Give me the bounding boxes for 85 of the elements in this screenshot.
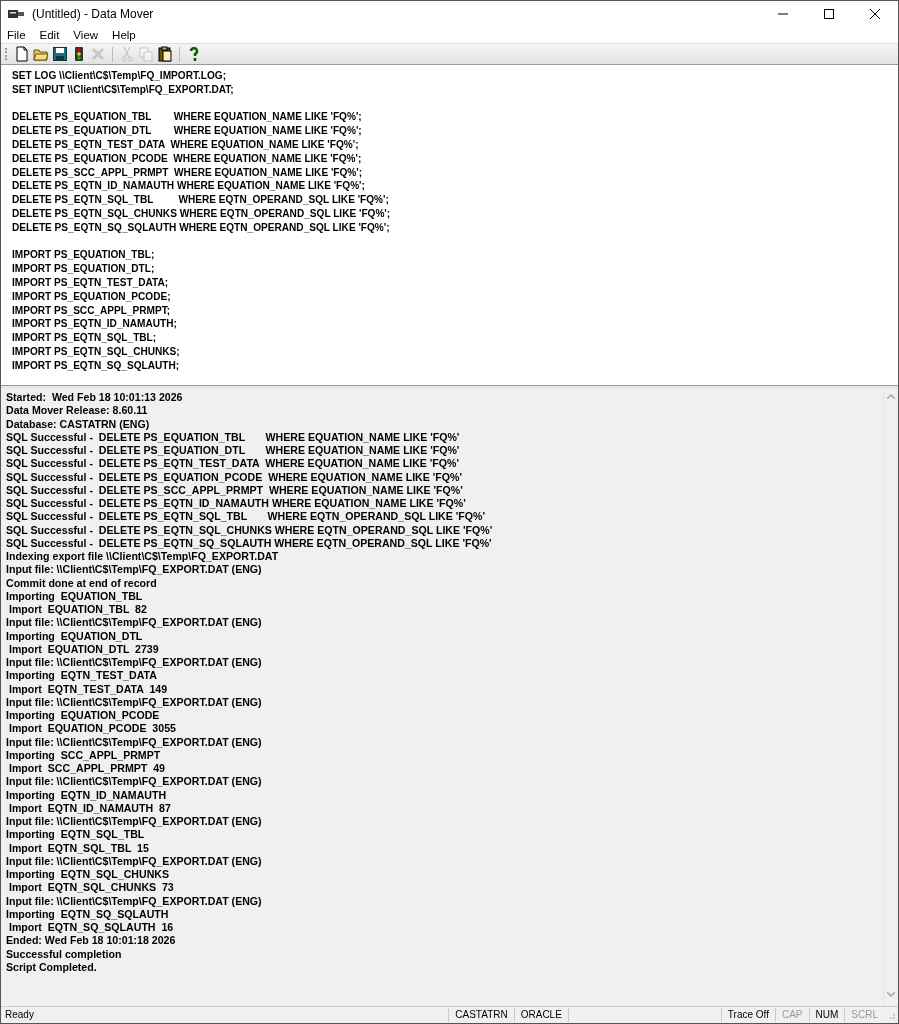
clipboard-icon[interactable] bbox=[157, 46, 173, 62]
database-name: CASTATRN bbox=[448, 1008, 514, 1022]
script-line: IMPORT PS_EQTN_SQ_SQLAUTH; bbox=[12, 358, 180, 373]
log-line: Indexing export file \\Client\C$\Temp\FQ_EXPORT.DAT bbox=[6, 550, 279, 564]
log-line: Importing EQTN_TEST_DATA bbox=[6, 669, 157, 683]
close-icon[interactable] bbox=[870, 8, 880, 19]
log-line: Import EQTN_SQL_CHUNKS 73 bbox=[7, 881, 174, 895]
log-line: Database: CASTATRN (ENG) bbox=[6, 417, 150, 431]
log-line: Importing EQTN_SQL_CHUNKS bbox=[6, 868, 170, 882]
script-line: DELETE PS_EQUATION_DTL WHERE EQUATION_NAME LIKE 'FQ%'; bbox=[12, 124, 362, 138]
script-line: IMPORT PS_EQTN_SQL_TBL; bbox=[12, 331, 157, 345]
save-icon[interactable] bbox=[52, 46, 68, 62]
log-line: Started: Wed Feb 18 10:01:13 2026 bbox=[6, 391, 183, 405]
log-line: Import EQTN_SQL_TBL 15 bbox=[7, 841, 149, 855]
log-line: Commit done at end of record bbox=[6, 576, 157, 590]
script-line: SET LOG \\Client\C$\Temp\FQ_IMPORT.LOG; bbox=[12, 69, 227, 83]
log-line: Importing EQUATION_PCODE bbox=[6, 709, 160, 723]
menu-item[interactable]: Edit bbox=[39, 28, 60, 41]
log-line: Importing EQTN_SQ_SQLAUTH bbox=[6, 907, 169, 921]
script-line: DELETE PS_EQTN_TEST_DATA WHERE EQUATION_NAME LIKE 'FQ%'; bbox=[12, 138, 359, 152]
log-line: Input file: \\Client\C$\Temp\FQ_EXPORT.DAT (ENG) bbox=[6, 695, 262, 709]
script-line: DELETE PS_EQUATION_PCODE WHERE EQUATION_NAME LIKE 'FQ%'; bbox=[12, 151, 362, 166]
log-line: Importing EQUATION_DTL bbox=[6, 629, 143, 643]
key-indicator: SCRL bbox=[844, 1008, 884, 1022]
log-line: Script Completed. bbox=[6, 960, 97, 974]
script-line: DELETE PS_EQUATION_TBL WHERE EQUATION_NAME LIKE 'FQ%'; bbox=[12, 110, 362, 125]
log-line: SQL Successful - DELETE PS_SCC_APPL_PRMPT WHERE EQUATION_NAME LIKE 'FQ%' bbox=[6, 483, 463, 497]
log-line: Ended: Wed Feb 18 10:01:18 2026 bbox=[6, 934, 176, 948]
log-line: Import SCC_APPL_PRMPT 49 bbox=[7, 762, 165, 776]
new-file-icon[interactable] bbox=[14, 46, 30, 62]
log-line: Import EQUATION_DTL 2739 bbox=[7, 642, 159, 656]
log-line: Import EQTN_SQ_SQLAUTH 16 bbox=[7, 921, 174, 935]
log-line: Input file: \\Client\C$\Temp\FQ_EXPORT.DAT (ENG) bbox=[6, 894, 262, 908]
script-line: SET INPUT \\Client\C$\Temp\FQ_EXPORT.DAT; bbox=[12, 82, 234, 97]
log-line: Importing SCC_APPL_PRMPT bbox=[6, 748, 161, 762]
script-line: IMPORT PS_EQTN_ID_NAMAUTH; bbox=[12, 317, 177, 332]
log-line: Input file: \\Client\C$\Temp\FQ_EXPORT.DAT (ENG) bbox=[6, 815, 262, 829]
menu-item[interactable]: View bbox=[73, 28, 99, 41]
log-line: Importing EQTN_SQL_TBL bbox=[6, 828, 145, 842]
key-indicator: NUM bbox=[808, 1008, 845, 1022]
app-icon bbox=[8, 8, 24, 19]
log-line: SQL Successful - DELETE PS_EQTN_SQL_TBL WHERE EQTN_OPERAND_SQL LIKE 'FQ%' bbox=[6, 510, 485, 524]
log-line: Input file: \\Client\C$\Temp\FQ_EXPORT.DAT (ENG) bbox=[6, 735, 262, 749]
log-line: SQL Successful - DELETE PS_EQUATION_TBL WHERE EQUATION_NAME LIKE 'FQ%' bbox=[6, 430, 460, 444]
menu-item[interactable]: File bbox=[7, 28, 26, 41]
log-line: SQL Successful - DELETE PS_EQTN_SQL_CHUNKS WHERE EQTN_OPERAND_SQL LIKE 'FQ%' bbox=[6, 523, 493, 537]
log-line: Input file: \\Client\C$\Temp\FQ_EXPORT.DAT (ENG) bbox=[6, 563, 262, 577]
log-line: SQL Successful - DELETE PS_EQTN_TEST_DATA WHERE EQUATION_NAME LIKE 'FQ%' bbox=[6, 457, 459, 471]
window-title: (Untitled) - Data Mover bbox=[32, 6, 155, 21]
maximize-icon[interactable] bbox=[824, 8, 834, 19]
log-line: Import EQUATION_PCODE 3055 bbox=[7, 722, 176, 736]
key-indicator: CAP bbox=[774, 1008, 809, 1022]
log-line: Import EQUATION_TBL 82 bbox=[7, 603, 147, 617]
log-line: SQL Successful - DELETE PS_EQUATION_DTL WHERE EQUATION_NAME LIKE 'FQ%' bbox=[6, 444, 460, 458]
script-line: IMPORT PS_EQTN_SQL_CHUNKS; bbox=[12, 344, 180, 359]
menu-item[interactable]: Help bbox=[112, 28, 136, 41]
script-line: DELETE PS_EQTN_ID_NAMAUTH WHERE EQUATION_NAME LIKE 'FQ%'; bbox=[12, 179, 365, 194]
log-line: SQL Successful - DELETE PS_EQTN_SQ_SQLAUTH WHERE EQTN_OPERAND_SQL LIKE 'FQ%' bbox=[6, 536, 492, 550]
log-line: SQL Successful - DELETE PS_EQTN_ID_NAMAUTH WHERE EQUATION_NAME LIKE 'FQ%' bbox=[6, 497, 466, 511]
log-line: Successful completion bbox=[6, 947, 122, 961]
platform-name: ORACLE bbox=[513, 1008, 568, 1022]
script-line: IMPORT PS_EQUATION_PCODE; bbox=[12, 289, 171, 304]
script-line: DELETE PS_EQTN_SQL_TBL WHERE EQTN_OPERAND_SQL LIKE 'FQ%'; bbox=[12, 193, 389, 207]
resize-grip-icon[interactable] bbox=[887, 1011, 895, 1019]
script-line: IMPORT PS_SCC_APPL_PRMPT; bbox=[12, 303, 171, 318]
script-line: IMPORT PS_EQTN_TEST_DATA; bbox=[12, 275, 169, 290]
log-line: Data Mover Release: 8.60.11 bbox=[6, 404, 148, 418]
log-line: Input file: \\Client\C$\Temp\FQ_EXPORT.DAT (ENG) bbox=[6, 656, 262, 670]
folder-icon[interactable] bbox=[33, 46, 49, 62]
log-line: Import EQTN_TEST_DATA 149 bbox=[7, 682, 168, 696]
script-line: DELETE PS_EQTN_SQ_SQLAUTH WHERE EQTN_OPERAND_SQL LIKE 'FQ%'; bbox=[12, 220, 390, 235]
log-line: Input file: \\Client\C$\Temp\FQ_EXPORT.DAT (ENG) bbox=[6, 775, 262, 789]
log-line: Input file: \\Client\C$\Temp\FQ_EXPORT.DAT (ENG) bbox=[6, 854, 262, 868]
script-line: IMPORT PS_EQUATION_TBL; bbox=[12, 248, 155, 263]
log-line: Import EQTN_ID_NAMAUTH 87 bbox=[7, 801, 171, 815]
script-line: DELETE PS_SCC_APPL_PRMPT WHERE EQUATION_NAME LIKE 'FQ%'; bbox=[12, 165, 363, 180]
log-line: Importing EQTN_ID_NAMAUTH bbox=[6, 788, 167, 802]
log-line: Input file: \\Client\C$\Temp\FQ_EXPORT.DAT (ENG) bbox=[6, 616, 262, 630]
log-line: Importing EQUATION_TBL bbox=[6, 589, 143, 603]
script-line: DELETE PS_EQTN_SQL_CHUNKS WHERE EQTN_OPERAND_SQL LIKE 'FQ%'; bbox=[12, 206, 391, 221]
script-editor[interactable] bbox=[1, 64, 898, 386]
script-line: IMPORT PS_EQUATION_DTL; bbox=[12, 262, 155, 276]
trace-status: Trace Off bbox=[720, 1008, 775, 1022]
log-line: SQL Successful - DELETE PS_EQUATION_PCODE WHERE EQUATION_NAME LIKE 'FQ%' bbox=[6, 470, 462, 484]
status-message: Ready bbox=[4, 1008, 35, 1022]
